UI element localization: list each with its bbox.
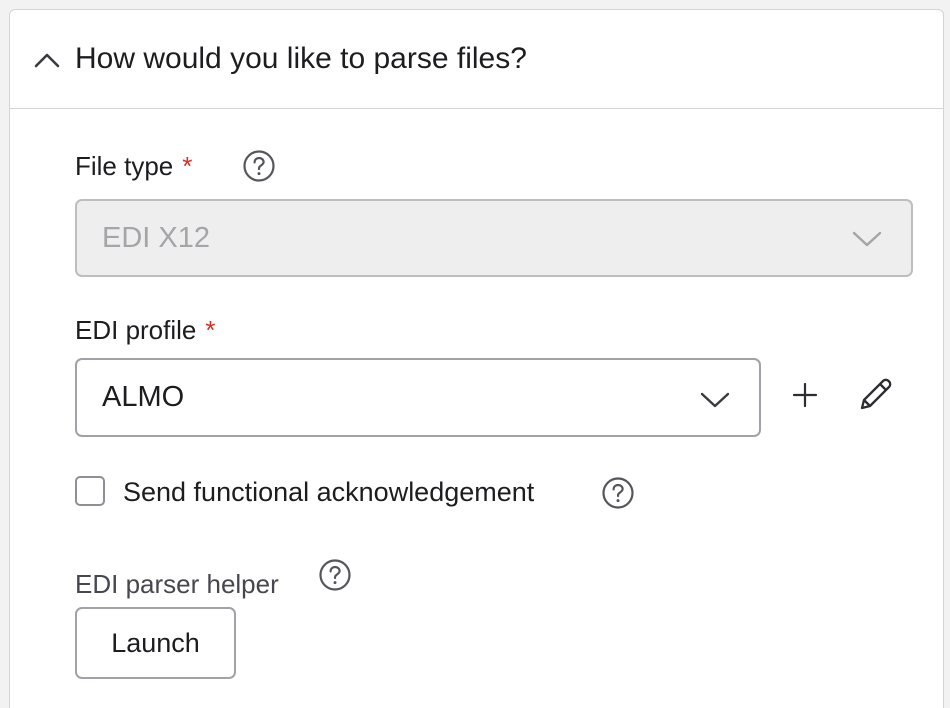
launch-button[interactable]: Launch xyxy=(75,607,236,679)
edit-profile-button[interactable] xyxy=(856,374,896,414)
edi-profile-label: EDI profile * xyxy=(75,314,216,346)
parse-files-panel: How would you like to parse files? File … xyxy=(9,9,944,708)
chevron-up-icon[interactable] xyxy=(32,48,62,72)
pencil-icon xyxy=(860,378,892,410)
file-type-value: EDI X12 xyxy=(102,222,210,254)
edi-profile-value: ALMO xyxy=(102,381,185,413)
file-type-label-text: File type xyxy=(75,151,174,181)
chevron-down-icon xyxy=(852,231,882,247)
plus-icon xyxy=(792,382,818,408)
file-type-select: EDI X12 xyxy=(75,199,913,277)
section-title: How would you like to parse files? xyxy=(75,42,527,75)
functional-ack-label[interactable]: Send functional acknowledgement xyxy=(123,475,534,509)
question-circle-icon[interactable] xyxy=(242,149,276,183)
required-marker: * xyxy=(205,315,216,345)
parser-helper-label: EDI parser helper xyxy=(75,569,279,599)
functional-ack-checkbox[interactable] xyxy=(75,476,105,506)
question-circle-icon[interactable] xyxy=(318,558,352,592)
file-type-label: File type * xyxy=(75,150,192,182)
add-profile-button[interactable] xyxy=(785,375,825,415)
required-marker: * xyxy=(182,151,193,181)
edi-profile-label-text: EDI profile xyxy=(75,315,197,345)
section-header[interactable]: How would you like to parse files? xyxy=(10,10,943,109)
edi-profile-select[interactable]: ALMO xyxy=(75,358,761,437)
chevron-down-icon[interactable] xyxy=(699,390,731,410)
question-circle-icon[interactable] xyxy=(601,476,635,510)
